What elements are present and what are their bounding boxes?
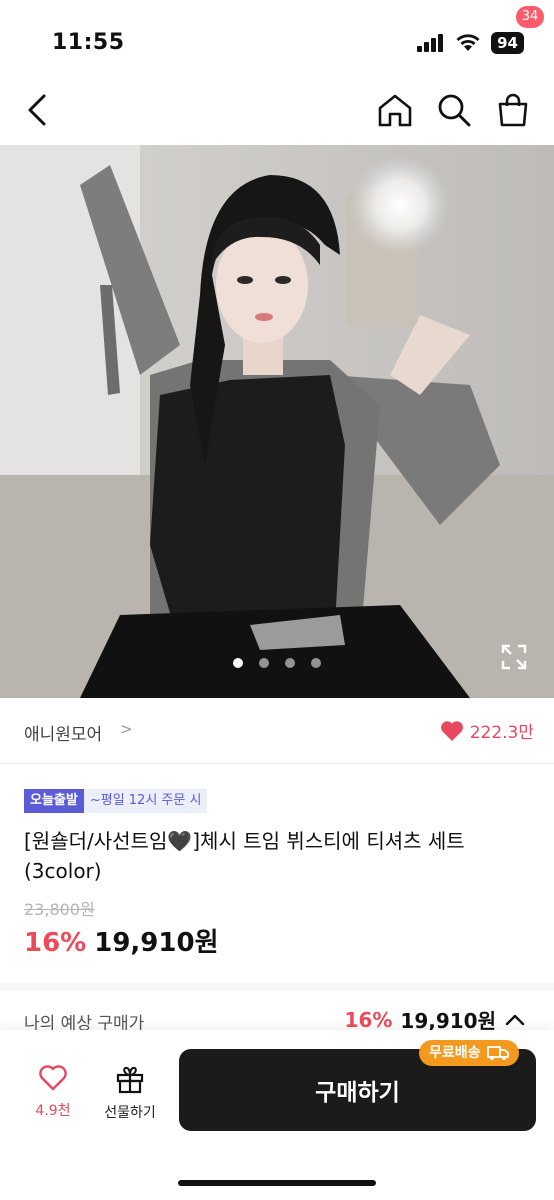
likes-count: 222.3만	[469, 723, 534, 743]
heart-filled-icon	[440, 720, 463, 741]
carousel-indicator	[0, 658, 554, 668]
cart-icon[interactable]	[494, 92, 532, 128]
carousel-dot[interactable]	[311, 658, 321, 668]
signal-icon	[417, 34, 444, 52]
delivery-badges: 오늘출발 ~평일 12시 주문 시	[24, 789, 208, 813]
status-indicators: 94	[417, 32, 524, 54]
home-icon[interactable]	[376, 92, 414, 128]
product-image-carousel[interactable]	[0, 145, 554, 698]
carousel-dot[interactable]	[233, 658, 243, 668]
discount-rate: 16%	[24, 928, 87, 958]
gift-label: 선물하기	[104, 1105, 156, 1121]
top-nav	[0, 80, 554, 142]
gift-button[interactable]: 선물하기	[98, 1064, 162, 1122]
bottom-action-bar: 4.9천 선물하기 구매하기 무료배송	[0, 1030, 554, 1200]
store-chevron-icon: >	[120, 720, 133, 738]
carousel-dot[interactable]	[285, 658, 295, 668]
price-row: 16% 19,910원	[24, 922, 219, 959]
cart-count-badge: 34	[516, 6, 544, 28]
order-cutoff-badge: ~평일 12시 주문 시	[83, 789, 208, 813]
expand-icon[interactable]	[500, 643, 528, 671]
estimated-discount: 16%	[344, 1007, 393, 1032]
store-likes[interactable]: 222.3만	[440, 718, 534, 743]
wishlist-button[interactable]: 4.9천	[28, 1064, 78, 1120]
back-icon[interactable]	[20, 92, 56, 128]
product-title: [원숄더/사선트임🖤]체시 트임 뷔스티에 티셔츠 세트 (3color)	[24, 829, 465, 883]
home-indicator	[178, 1180, 376, 1186]
chevron-up-icon[interactable]	[504, 1013, 526, 1027]
original-price: 23,800원	[24, 900, 95, 919]
store-row[interactable]: 애니원모어 > 222.3만	[0, 698, 554, 764]
today-shipping-badge: 오늘출발	[24, 789, 84, 813]
store-name[interactable]: 애니원모어	[24, 720, 102, 745]
status-time: 11:55	[52, 30, 125, 55]
sale-price: 19,910원	[94, 928, 219, 958]
heart-outline-icon	[39, 1065, 67, 1091]
battery-indicator: 94	[491, 32, 524, 54]
section-divider	[0, 983, 554, 991]
truck-icon	[486, 1046, 509, 1060]
carousel-dot[interactable]	[259, 658, 269, 668]
gift-icon	[116, 1066, 144, 1094]
wishlist-count: 4.9천	[35, 1103, 71, 1119]
free-shipping-badge: 무료배송	[419, 1040, 519, 1066]
status-bar: 11:55 94	[0, 0, 554, 80]
search-icon[interactable]	[436, 92, 472, 128]
wifi-icon	[456, 34, 480, 51]
free-shipping-label: 무료배송	[429, 1045, 481, 1061]
product-photo	[0, 145, 554, 698]
estimated-price-row[interactable]: 나의 예상 구매가 16% 19,910원	[0, 991, 554, 1034]
